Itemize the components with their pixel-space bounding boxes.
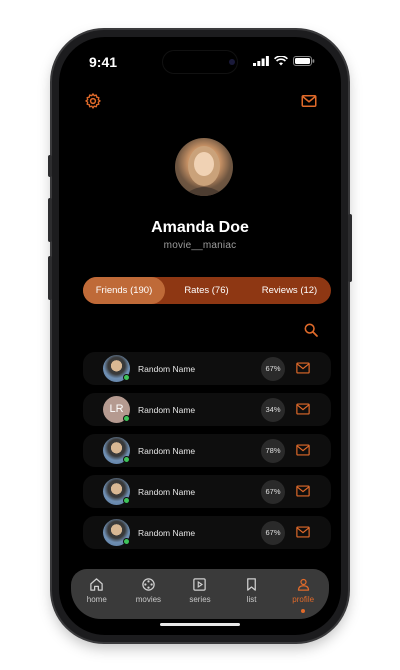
- online-status-dot: [123, 456, 130, 463]
- friend-name: Random Name: [138, 405, 196, 415]
- nav-list[interactable]: list: [227, 569, 277, 619]
- tab-rates[interactable]: Rates (76): [165, 277, 248, 304]
- mail-icon[interactable]: [300, 92, 318, 110]
- settings-gear-icon[interactable]: [84, 92, 102, 110]
- avatar-portrait-icon: [183, 146, 225, 196]
- online-status-dot: [123, 415, 130, 422]
- friend-row[interactable]: LR Random Name 34%: [83, 393, 331, 426]
- nav-label-movies: movies: [135, 595, 162, 604]
- online-status-dot: [123, 374, 130, 381]
- nav-label-home: home: [86, 595, 107, 604]
- battery-icon: [293, 56, 315, 66]
- profile-avatar[interactable]: [175, 138, 233, 196]
- nav-profile[interactable]: profile: [278, 569, 328, 619]
- match-percent: 67%: [261, 480, 285, 504]
- profile-name: Amanda Doe: [151, 219, 249, 236]
- friends-list: Random Name 67% LR Random Name 34% Rando…: [83, 352, 331, 557]
- home-indicator[interactable]: [160, 623, 240, 626]
- film-reel-icon: [142, 578, 155, 591]
- message-icon[interactable]: [296, 485, 310, 497]
- user-icon: [297, 578, 309, 591]
- bookmark-icon: [247, 578, 256, 591]
- friend-row[interactable]: Random Name 78%: [83, 434, 331, 467]
- app-screen: 9:41 Amanda Doe movie__maniac Friends (1…: [59, 37, 341, 635]
- nav-label-list: list: [246, 595, 257, 604]
- nav-series[interactable]: series: [175, 569, 225, 619]
- match-percent: 34%: [261, 398, 285, 422]
- nav-home[interactable]: home: [72, 569, 122, 619]
- friend-name: Random Name: [138, 487, 196, 497]
- message-icon[interactable]: [296, 444, 310, 456]
- nav-label-profile: profile: [292, 595, 315, 604]
- tab-reviews[interactable]: Reviews (12): [248, 277, 331, 304]
- online-status-dot: [123, 538, 130, 545]
- match-percent: 67%: [261, 521, 285, 545]
- match-percent: 67%: [261, 357, 285, 381]
- friend-row[interactable]: Random Name 67%: [83, 352, 331, 385]
- search-icon[interactable]: [303, 322, 319, 338]
- message-icon[interactable]: [296, 403, 310, 415]
- message-icon[interactable]: [296, 362, 310, 374]
- play-square-icon: [193, 578, 207, 591]
- home-icon: [90, 578, 104, 591]
- friend-name: Random Name: [138, 446, 196, 456]
- wifi-icon: [274, 56, 288, 66]
- dynamic-island: [163, 51, 237, 73]
- volume-up-button: [48, 198, 52, 242]
- friend-row[interactable]: Random Name 67%: [83, 516, 331, 549]
- status-time: 9:41: [89, 54, 118, 70]
- tab-friends[interactable]: Friends (190): [83, 277, 165, 304]
- profile-username: movie__maniac: [163, 240, 237, 251]
- nav-label-series: series: [189, 595, 211, 604]
- camera-icon: [229, 59, 235, 65]
- signal-icon: [253, 56, 269, 66]
- volume-down-button: [48, 256, 52, 300]
- match-percent: 78%: [261, 439, 285, 463]
- mute-switch: [48, 155, 52, 177]
- message-icon[interactable]: [296, 526, 310, 538]
- bottom-nav: home movies series list profile: [71, 569, 329, 619]
- nav-movies[interactable]: movies: [123, 569, 173, 619]
- online-status-dot: [123, 497, 130, 504]
- status-icons: [253, 56, 315, 66]
- active-indicator-dot: [301, 609, 306, 613]
- power-button: [348, 214, 352, 282]
- profile-tabs: Friends (190) Rates (76) Reviews (12): [83, 277, 331, 304]
- phone-frame: 9:41 Amanda Doe movie__maniac Friends (1…: [48, 30, 352, 642]
- friend-name: Random Name: [138, 364, 196, 374]
- friend-name: Random Name: [138, 528, 196, 538]
- friend-row[interactable]: Random Name 67%: [83, 475, 331, 508]
